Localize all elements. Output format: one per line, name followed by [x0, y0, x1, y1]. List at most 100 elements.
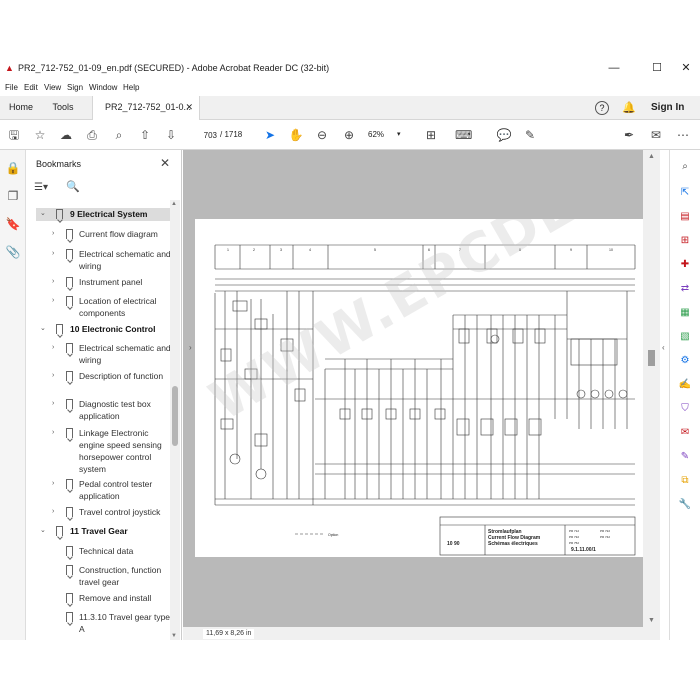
close-tab-icon[interactable]: ✕: [185, 96, 193, 119]
bookmark-electrical-schematic-2[interactable]: › Electrical schematic and wiring: [36, 342, 170, 368]
bookmark-electrical-schematic[interactable]: › Electrical schematic and wiring: [36, 248, 170, 274]
find-bookmark-icon[interactable]: 🔍: [66, 181, 80, 193]
tab-home[interactable]: Home: [0, 96, 42, 119]
print-icon[interactable]: ⎙: [84, 127, 100, 143]
comment-pen-icon[interactable]: ✎: [678, 450, 692, 464]
minimize-button[interactable]: —: [600, 61, 628, 75]
bookmark-current-flow-diagram[interactable]: › Current flow diagram: [36, 228, 170, 242]
close-window-button[interactable]: ✕: [672, 61, 700, 75]
bookmark-description-function[interactable]: › Description of function: [36, 370, 170, 396]
expand-chevron-icon[interactable]: ›: [52, 342, 54, 354]
lock-icon[interactable]: 🔒: [5, 160, 21, 176]
bookmark-travel-gear-type-a[interactable]: 11.3.10 Travel gear type A: [36, 611, 170, 637]
keyboard-scroll-icon[interactable]: ⌨: [455, 127, 472, 143]
scroll-down-icon[interactable]: ▼: [648, 617, 655, 624]
highlight-pen-icon[interactable]: ✎: [522, 127, 538, 143]
menu-help[interactable]: Help: [123, 83, 139, 93]
scroll-down-icon[interactable]: ▼: [171, 633, 177, 639]
previous-page-icon[interactable]: ⇧: [137, 127, 153, 143]
menu-sign[interactable]: Sign: [67, 83, 83, 93]
combine-files-icon[interactable]: ⊞: [678, 234, 692, 248]
menu-edit[interactable]: Edit: [24, 83, 38, 93]
menu-file[interactable]: File: [5, 83, 18, 93]
bookmark-travel-gear[interactable]: ⌄ 11 Travel Gear: [36, 525, 170, 538]
tab-document[interactable]: PR2_712-752_01-0... ✕: [92, 96, 200, 120]
scroll-up-icon[interactable]: ▲: [648, 153, 655, 160]
bookmark-instrument-panel[interactable]: › Instrument panel: [36, 276, 170, 290]
select-cursor-icon[interactable]: ➤: [262, 127, 278, 143]
create-pdf-icon[interactable]: ▤: [678, 210, 692, 224]
expand-chevron-icon[interactable]: ›: [52, 248, 54, 260]
expand-pane-icon[interactable]: ›: [189, 343, 192, 352]
help-icon[interactable]: ?: [595, 101, 609, 115]
collapse-chevron-icon[interactable]: ⌄: [40, 208, 46, 220]
protect-shield-icon[interactable]: ⛉: [678, 402, 692, 416]
page-fit-icon[interactable]: ⊞: [423, 127, 439, 143]
zoom-dropdown-icon[interactable]: ▾: [397, 129, 401, 141]
menu-view[interactable]: View: [44, 83, 61, 93]
tab-tools[interactable]: Tools: [42, 96, 84, 119]
page-thumbnails-icon[interactable]: ❐: [5, 188, 21, 204]
document-vertical-scrollbar[interactable]: ▲ ▼: [643, 150, 660, 627]
search-icon[interactable]: ⌕: [678, 160, 692, 174]
bookmark-pedal-control-tester[interactable]: › Pedal control tester application: [36, 478, 170, 504]
save-icon[interactable]: 🖫: [6, 127, 22, 143]
more-tools-icon[interactable]: ⋯: [675, 127, 691, 143]
organize-pages-icon[interactable]: ▦: [678, 306, 692, 320]
find-magnifier-icon[interactable]: ⌕: [111, 127, 127, 143]
attachments-paperclip-icon[interactable]: 📎: [5, 244, 21, 260]
scan-ocr-icon[interactable]: ▧: [678, 330, 692, 344]
bookmarks-scroll-thumb[interactable]: [172, 386, 178, 446]
bookmark-technical-data[interactable]: Technical data: [36, 545, 170, 559]
bookmarks-scrollbar[interactable]: ▲ ▼: [170, 200, 180, 640]
menu-window[interactable]: Window: [89, 83, 117, 93]
maximize-button[interactable]: ☐: [643, 61, 671, 75]
hand-tool-icon[interactable]: ✋: [288, 127, 304, 143]
sign-icon[interactable]: ✒: [621, 127, 637, 143]
edit-pdf-icon[interactable]: ✚: [678, 258, 692, 272]
expand-chevron-icon[interactable]: ›: [52, 228, 54, 240]
request-signature-icon[interactable]: ✉: [678, 426, 692, 440]
email-icon[interactable]: ✉: [648, 127, 664, 143]
zoom-in-icon[interactable]: ⊕: [341, 127, 357, 143]
notifications-bell-icon[interactable]: 🔔: [622, 101, 636, 115]
bookmark-electrical-system[interactable]: ⌄ 9 Electrical System: [36, 208, 170, 221]
sign-in-button[interactable]: Sign In: [651, 101, 684, 115]
expand-chevron-icon[interactable]: ›: [52, 506, 54, 518]
stamp-icon[interactable]: ⧉: [678, 474, 692, 488]
document-scroll-thumb[interactable]: [648, 350, 655, 366]
next-page-icon[interactable]: ⇩: [163, 127, 179, 143]
collapse-chevron-icon[interactable]: ⌄: [40, 323, 46, 335]
bookmark-remove-install[interactable]: Remove and install: [36, 592, 170, 606]
close-panel-icon[interactable]: ✕: [160, 156, 170, 170]
bookmark-location-components[interactable]: › Location of electrical components: [36, 295, 170, 321]
scroll-up-icon[interactable]: ▲: [171, 201, 177, 207]
bookmark-electronic-control[interactable]: ⌄ 10 Electronic Control: [36, 323, 170, 336]
comment-icon[interactable]: 💬: [496, 127, 512, 143]
bookmark-diagnostic-test-box[interactable]: › Diagnostic test box application: [36, 398, 170, 424]
rich-media-icon[interactable]: ⚙: [678, 354, 692, 368]
bookmark-star-icon[interactable]: ☆: [32, 127, 48, 143]
more-tools-wrench-icon[interactable]: 🔧: [678, 498, 692, 512]
bookmark-options-icon[interactable]: ☰▾: [34, 182, 48, 194]
expand-chevron-icon[interactable]: ›: [52, 370, 54, 382]
expand-chevron-icon[interactable]: ›: [52, 427, 54, 439]
bookmark-construction-function[interactable]: Construction, function travel gear: [36, 564, 170, 590]
expand-chevron-icon[interactable]: ›: [52, 478, 54, 490]
send-for-review-icon[interactable]: ⇄: [678, 282, 692, 296]
fill-sign-icon[interactable]: ✍: [678, 378, 692, 392]
expand-chevron-icon[interactable]: ›: [52, 398, 54, 410]
document-viewport[interactable]: 1 2 3 4 5 6 7 8 9 10 Option 10 90 Stroml…: [183, 150, 660, 640]
zoom-out-icon[interactable]: ⊖: [314, 127, 330, 143]
bookmark-linkage-electronic[interactable]: › Linkage Electronic engine speed sensin…: [36, 427, 170, 475]
upload-cloud-icon[interactable]: ☁: [58, 127, 74, 143]
page-number-input[interactable]: [187, 128, 217, 142]
bookmark-travel-control-joystick[interactable]: › Travel control joystick: [36, 506, 170, 520]
zoom-level-value[interactable]: 62%: [368, 129, 384, 141]
collapse-chevron-icon[interactable]: ⌄: [40, 525, 46, 537]
expand-chevron-icon[interactable]: ›: [52, 276, 54, 288]
bookmarks-icon[interactable]: 🔖: [5, 216, 21, 232]
collapse-pane-icon[interactable]: ‹: [662, 343, 665, 352]
expand-chevron-icon[interactable]: ›: [52, 295, 54, 307]
export-pdf-icon[interactable]: ⇱: [678, 186, 692, 200]
